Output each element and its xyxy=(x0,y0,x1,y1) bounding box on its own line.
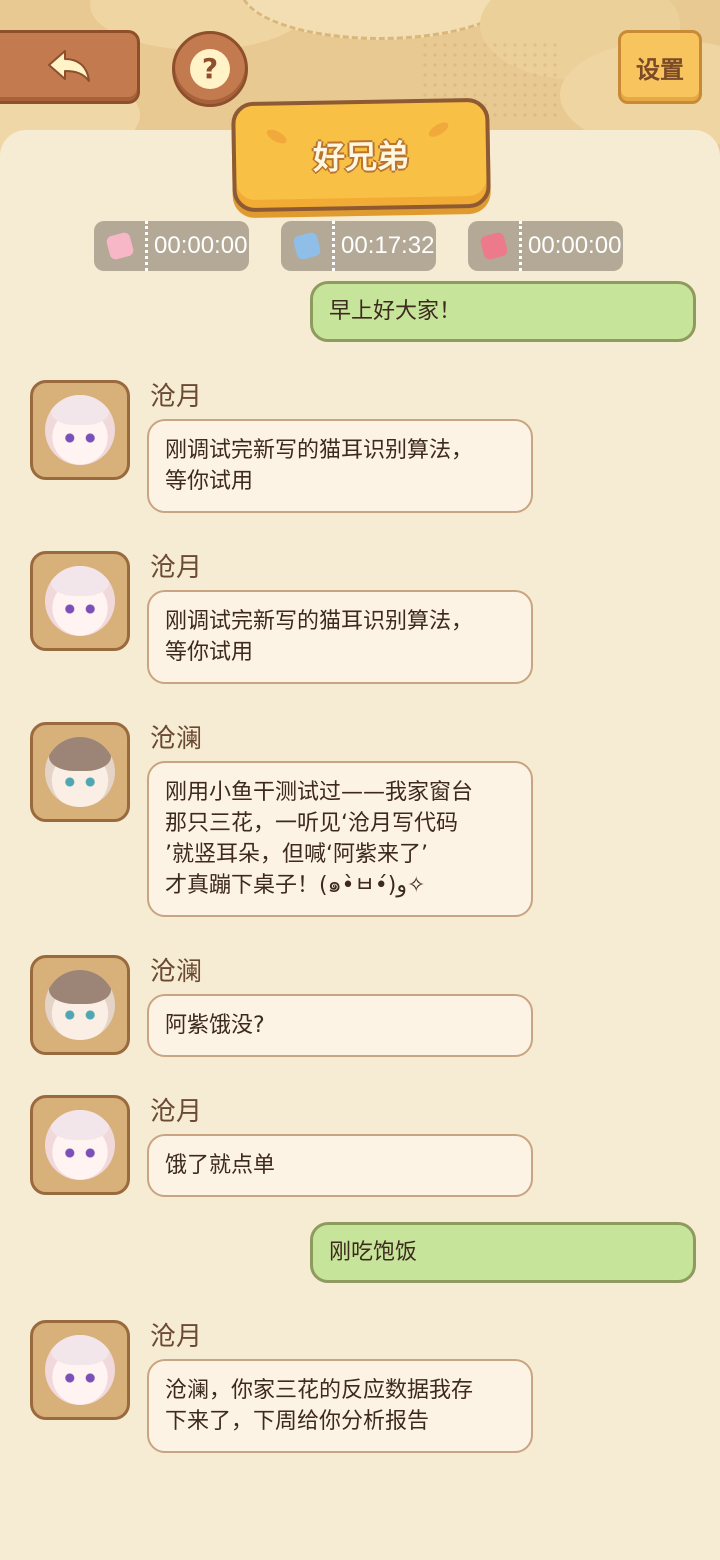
my-message-bubble: 早上好大家！ xyxy=(310,281,696,342)
settings-button[interactable]: 设置 xyxy=(618,30,702,104)
help-button[interactable]: ? xyxy=(172,31,248,107)
sender-name: 沧月 xyxy=(150,1322,203,1352)
card-icon xyxy=(281,221,335,271)
avatar-image xyxy=(45,395,115,465)
card-icon xyxy=(94,221,148,271)
question-mark-icon: ? xyxy=(190,49,230,89)
avatar-image xyxy=(45,1110,115,1180)
card-icon xyxy=(468,221,522,271)
message-bubble: 阿紫饿没? xyxy=(147,994,533,1057)
avatar-cangyue[interactable] xyxy=(30,380,130,480)
message-bubble: 沧澜，你家三花的反应数据我存 下来了，下周给你分析报告 xyxy=(147,1359,533,1453)
timer-badge: 00:00:00 xyxy=(468,221,624,271)
sender-name: 沧澜 xyxy=(150,957,203,987)
message-bubble: 刚调试完新写的猫耳识别算法， 等你试用 xyxy=(147,590,533,684)
my-message-bubble: 刚吃饱饭 xyxy=(310,1222,696,1283)
timer-value: 00:00:00 xyxy=(528,232,622,259)
avatar-canglan[interactable] xyxy=(30,722,130,822)
message-bubble: 饿了就点单 xyxy=(147,1134,533,1197)
message-bubble: 刚调试完新写的猫耳识别算法， 等你试用 xyxy=(147,419,533,513)
timer-badge: 00:17:32 xyxy=(281,221,437,271)
avatar-cangyue[interactable] xyxy=(30,1095,130,1195)
timer-value: 00:00:00 xyxy=(154,232,248,259)
sender-name: 沧澜 xyxy=(150,724,203,754)
chat-title: 好兄弟 xyxy=(312,137,410,177)
timer-badge: 00:00:00 xyxy=(94,221,250,271)
timer-value: 00:17:32 xyxy=(341,232,435,259)
sender-name: 沧月 xyxy=(150,1097,203,1127)
avatar-canglan[interactable] xyxy=(30,955,130,1055)
avatar-image xyxy=(45,566,115,636)
avatar-image xyxy=(45,737,115,807)
back-arrow-icon xyxy=(47,50,90,82)
avatar-cangyue[interactable] xyxy=(30,551,130,651)
sender-name: 沧月 xyxy=(150,382,203,412)
avatar-image xyxy=(45,970,115,1040)
avatar-cangyue[interactable] xyxy=(30,1320,130,1420)
chat-title-banner: 好兄弟 xyxy=(231,97,491,213)
back-button[interactable] xyxy=(0,30,140,104)
message-bubble: 刚用小鱼干测试过——我家窗台 那只三花，一听见‘沧月写代码 ’就竖耳朵，但喊‘阿… xyxy=(147,761,533,917)
sender-name: 沧月 xyxy=(150,553,203,583)
avatar-image xyxy=(45,1335,115,1405)
